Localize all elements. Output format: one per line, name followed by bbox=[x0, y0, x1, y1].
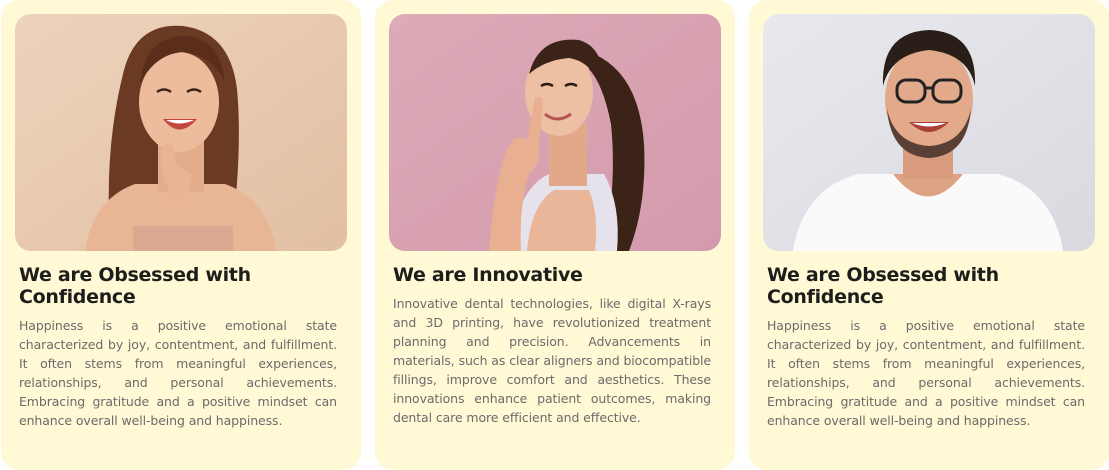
feature-card: We are Obsessed with Confidence Happines… bbox=[749, 0, 1109, 470]
feature-card: We are Obsessed with Confidence Happines… bbox=[1, 0, 361, 470]
card-description: Happiness is a positive emotional state … bbox=[19, 318, 337, 428]
smiling-woman-photo bbox=[15, 14, 347, 251]
woman-finger-on-lips-photo bbox=[389, 14, 721, 251]
card-title: We are Obsessed with Confidence bbox=[767, 264, 999, 308]
feature-card: We are Innovative Innovative dental tech… bbox=[375, 0, 735, 470]
card-description: Innovative dental technologies, like dig… bbox=[393, 296, 711, 425]
card-title: We are Innovative bbox=[393, 264, 583, 286]
smiling-man-with-glasses-photo bbox=[763, 14, 1095, 251]
card-title: We are Obsessed with Confidence bbox=[19, 264, 251, 308]
card-description: Happiness is a positive emotional state … bbox=[767, 318, 1085, 428]
feature-cards-row: We are Obsessed with Confidence Happines… bbox=[0, 0, 1109, 470]
